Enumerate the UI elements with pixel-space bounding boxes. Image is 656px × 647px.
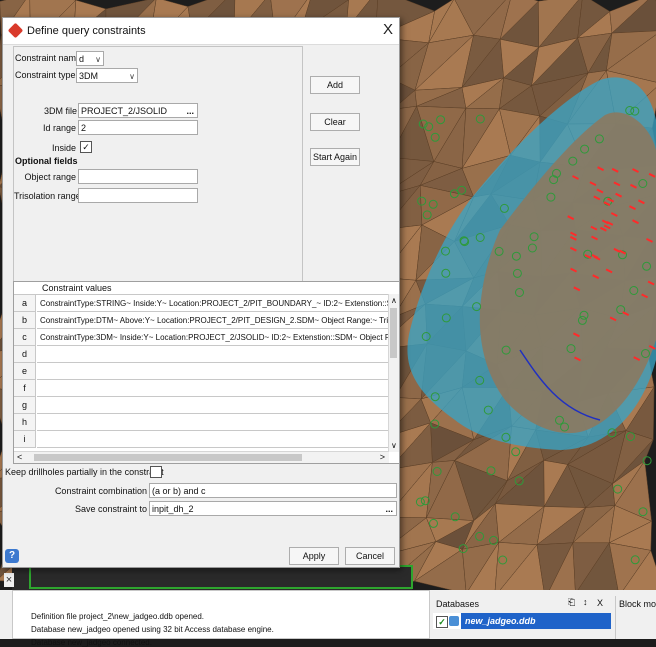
table-row-key[interactable]: g — [14, 397, 36, 414]
table-row-key[interactable]: i — [14, 431, 36, 448]
form-panel: Constraint name d ∨ Constraint type 3DM … — [13, 46, 303, 285]
log-line: Definition file project_2\new_jadgeo.ddb… — [31, 612, 205, 621]
log-line: Database new_jadgeo opened using 32 bit … — [31, 625, 274, 634]
constraint-values-table: Constraint values a ConstraintType:STRING… — [13, 281, 400, 464]
combination-input[interactable]: (a or b) and c — [149, 483, 397, 498]
inside-label: Inside — [51, 143, 76, 153]
table-row[interactable] — [37, 397, 389, 414]
databases-panel: Databases ⎗ ↕ X ✓ new_jadgeo.ddb — [433, 596, 613, 639]
scroll-thumb-horizontal[interactable] — [34, 454, 302, 461]
constraint-type-label: Constraint type — [15, 70, 76, 80]
browse-save-button[interactable]: ... — [385, 502, 393, 515]
dialog-title: Define query constraints — [27, 25, 146, 37]
constraint-name-select[interactable]: d ∨ — [76, 51, 104, 66]
chevron-down-icon: ∨ — [129, 72, 135, 81]
table-vertical-scrollbar[interactable]: ∧ ∨ — [388, 294, 399, 452]
add-button[interactable]: Add — [310, 76, 360, 94]
log-panel: Definition file project_2\new_jadgeo.ddb… — [12, 590, 430, 647]
optional-fields-label: Optional fields — [15, 156, 78, 166]
table-row[interactable] — [37, 414, 389, 431]
dock-icon[interactable]: ↕ — [583, 597, 588, 607]
database-checkbox[interactable]: ✓ — [436, 616, 448, 628]
bottom-panels: Definition file project_2\new_jadgeo.ddb… — [0, 590, 656, 647]
object-range-label: Object range — [24, 172, 76, 182]
table-row-key[interactable]: h — [14, 414, 36, 431]
table-row[interactable] — [37, 380, 389, 397]
table-row[interactable]: ConstraintType:DTM~ Above:Y~ Location:PR… — [37, 312, 389, 329]
file-label: 3DM file — [44, 106, 78, 116]
chevron-down-icon: ∨ — [95, 55, 101, 64]
trisolation-range-label: Trisolation range — [14, 191, 81, 201]
constraint-type-select[interactable]: 3DM ∨ — [76, 68, 138, 83]
constraint-name-label: Constraint name — [15, 53, 82, 63]
table-row-key[interactable]: d — [14, 346, 36, 363]
app-icon — [7, 22, 24, 39]
table-row[interactable]: ConstraintType:3DM~ Inside:Y~ Location:P… — [37, 329, 389, 346]
database-icon — [449, 616, 459, 626]
table-row-key[interactable]: c — [14, 329, 36, 346]
save-to-value: inpit_dh_2 — [152, 504, 194, 514]
table-row[interactable]: ConstraintType:STRING~ Inside:Y~ Locatio… — [37, 295, 389, 312]
trisolation-range-input[interactable] — [78, 188, 198, 203]
constraint-type-value: 3DM — [79, 71, 99, 81]
file-input[interactable]: PROJECT_2/JSOLID ... — [78, 103, 198, 118]
table-row[interactable] — [37, 431, 389, 448]
keep-drillholes-checkbox[interactable] — [150, 466, 162, 478]
keep-drillholes-label: Keep drillholes partially in the constra… — [5, 467, 164, 477]
viewport-close-button[interactable]: × — [4, 573, 14, 587]
table-row-key[interactable]: e — [14, 363, 36, 380]
clear-button[interactable]: Clear — [310, 113, 360, 131]
table-header: Constraint values — [14, 282, 389, 295]
log-line: Database new_jadgeo connected. — [31, 638, 152, 647]
object-range-input[interactable] — [78, 169, 198, 184]
table-row[interactable] — [37, 363, 389, 380]
table-horizontal-scrollbar[interactable]: < > — [14, 451, 389, 463]
inside-checkbox[interactable]: ✓ — [80, 141, 92, 153]
databases-title: Databases — [436, 599, 480, 609]
browse-file-button[interactable]: ... — [186, 104, 194, 117]
dialog-titlebar[interactable]: Define query constraints X — [3, 18, 399, 45]
save-to-label: Save constraint to — [74, 504, 147, 514]
block-model-title: Block mode — [619, 599, 656, 609]
id-range-label: Id range — [42, 123, 76, 133]
apply-button[interactable]: Apply — [289, 547, 339, 565]
table-row-key[interactable]: f — [14, 380, 36, 397]
scroll-thumb[interactable] — [390, 308, 397, 358]
table-row[interactable] — [37, 346, 389, 363]
help-button[interactable]: ? — [5, 549, 19, 563]
block-model-panel: Block mode — [615, 596, 656, 639]
table-header-label: Constraint values — [42, 283, 112, 293]
file-value: PROJECT_2/JSOLID — [81, 106, 168, 116]
scroll-left-icon[interactable]: < — [17, 452, 22, 462]
scroll-right-icon[interactable]: > — [380, 452, 385, 462]
save-to-input[interactable]: inpit_dh_2 ... — [149, 501, 397, 516]
id-range-input[interactable]: 2 — [78, 120, 198, 135]
table-row-key[interactable]: b — [14, 312, 36, 329]
databases-close-button[interactable]: X — [597, 598, 603, 608]
define-query-constraints-dialog: Define query constraints X Constraint na… — [2, 17, 400, 568]
database-item-label: new_jadgeo.ddb — [461, 613, 611, 629]
constraint-name-value: d — [79, 54, 85, 64]
scroll-down-icon[interactable]: ∨ — [391, 441, 397, 450]
database-item[interactable]: ✓ new_jadgeo.ddb — [433, 613, 611, 629]
scroll-up-icon[interactable]: ∧ — [391, 296, 397, 305]
cancel-button[interactable]: Cancel — [345, 547, 395, 565]
close-button[interactable]: X — [383, 21, 393, 38]
combination-label: Constraint combination — [54, 486, 147, 496]
start-again-button[interactable]: Start Again — [310, 148, 360, 166]
pin-icon[interactable]: ⎗ — [568, 597, 575, 608]
table-row-key[interactable]: a — [14, 295, 36, 312]
